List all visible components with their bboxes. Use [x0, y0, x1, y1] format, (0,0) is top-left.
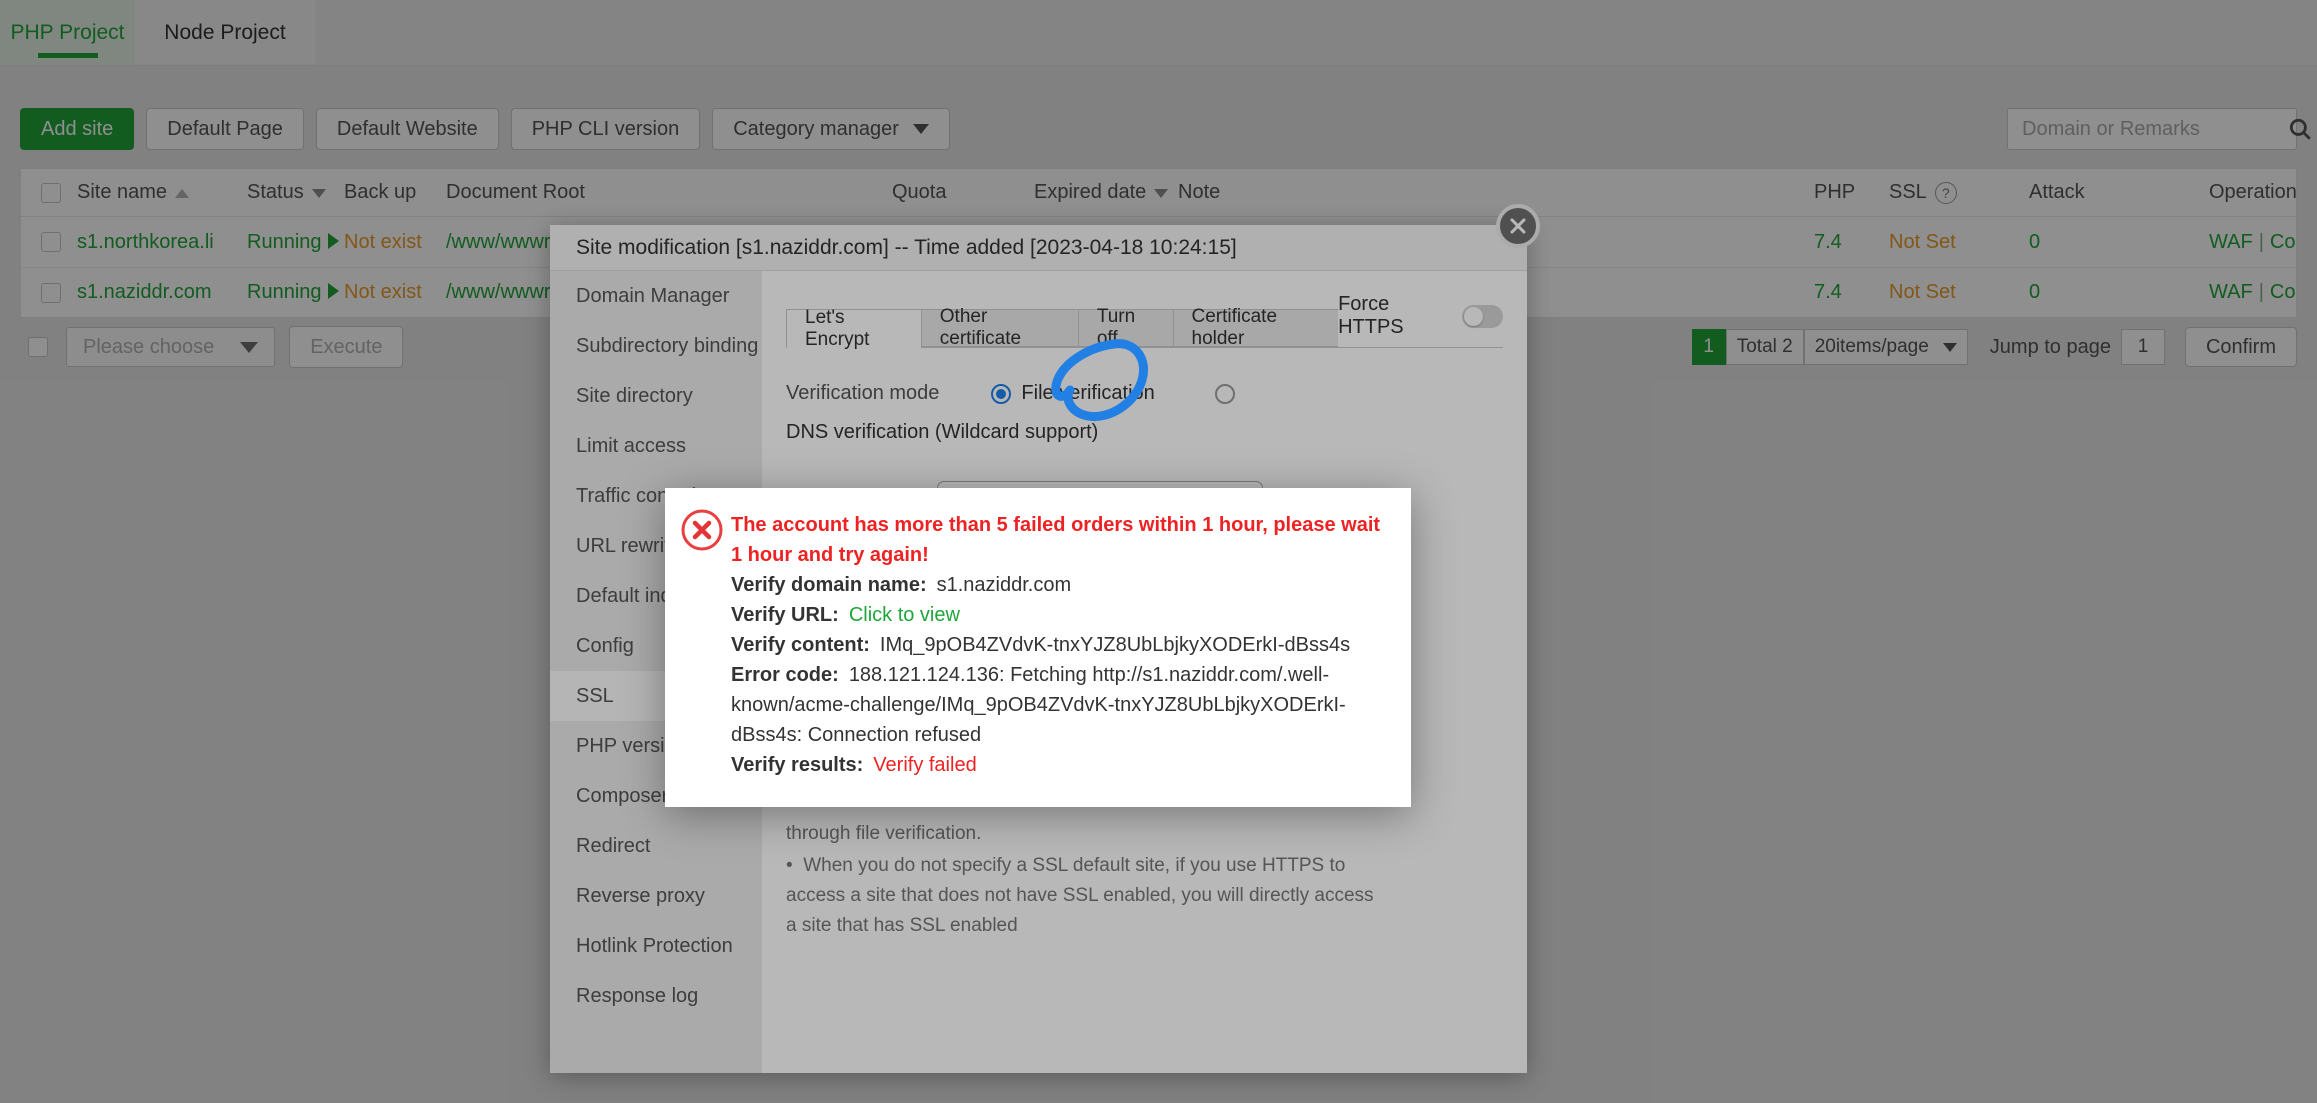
verify-content-value: IMq_9pOB4ZVdvK-tnxYJZ8UbLbjkyXODErkI-dBs… — [879, 634, 1351, 656]
error-message: The account has more than 5 failed order… — [731, 514, 1381, 566]
verify-domain-row: Verify domain name: s1.naziddr.com — [731, 574, 1072, 596]
verify-content-row: Verify content: IMq_9pOB4ZVdvK-tnxYJZ8UbL… — [731, 634, 1351, 656]
verify-results-value: Verify failed — [873, 754, 977, 776]
click-to-view-link[interactable]: Click to view — [849, 604, 960, 626]
verify-domain-value: s1.naziddr.com — [936, 574, 1072, 596]
error-icon — [681, 509, 723, 551]
error-popup: The account has more than 5 failed order… — [665, 488, 1411, 807]
verify-results-row: Verify results: Verify failed — [731, 754, 977, 776]
error-code-row: Error code: 188.121.124.136: Fetching htt… — [731, 664, 1346, 746]
verify-url-row: Verify URL: Click to view — [731, 604, 960, 626]
